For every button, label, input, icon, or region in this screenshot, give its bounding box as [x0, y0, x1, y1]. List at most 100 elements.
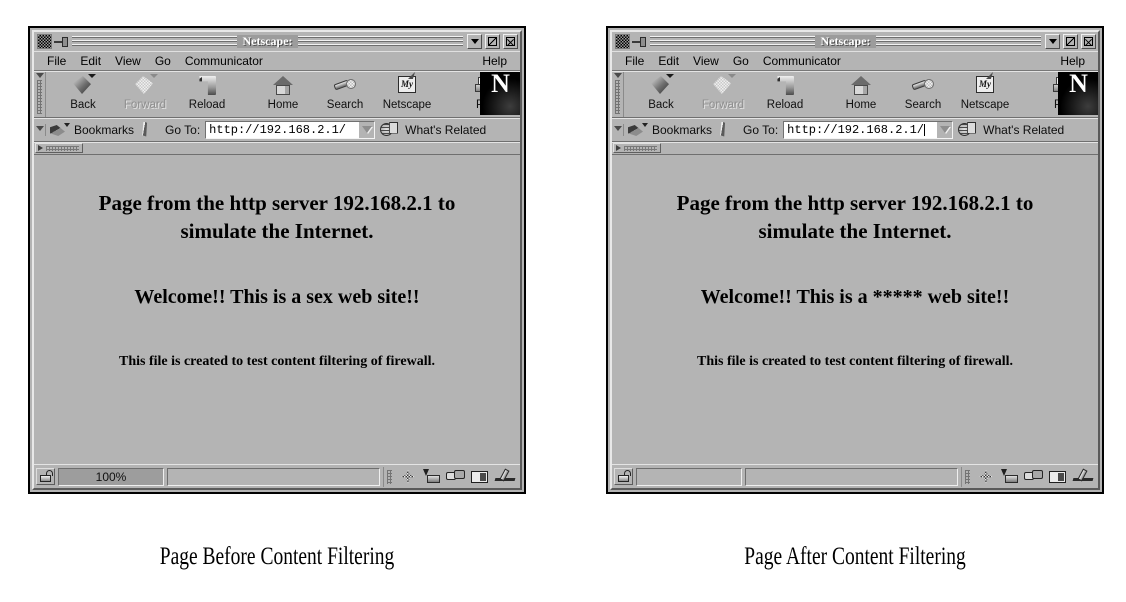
close-icon[interactable] — [1081, 34, 1096, 49]
back-arrow-icon — [69, 74, 97, 98]
menu-item-file[interactable]: File — [40, 54, 73, 68]
composer-icon[interactable] — [1072, 469, 1096, 485]
browser-window-after: Netscape: File Edit View Go Communicator… — [606, 26, 1104, 494]
maximize-icon[interactable] — [1063, 34, 1078, 49]
home-button[interactable]: Home — [252, 71, 314, 111]
reload-icon — [193, 74, 221, 98]
page-content-after: Page from the http server 192.168.2.1 to… — [612, 155, 1098, 464]
my-netscape-icon: My — [971, 74, 999, 98]
reload-button[interactable]: Reload — [176, 71, 238, 111]
netscape-logo[interactable]: N — [480, 71, 520, 115]
search-button[interactable]: Search — [314, 71, 376, 111]
security-lock-icon[interactable] — [36, 468, 55, 485]
minimize-icon[interactable] — [467, 34, 482, 49]
search-flashlight-icon — [331, 74, 359, 98]
url-input[interactable]: http://192.168.2.1/ — [783, 120, 954, 139]
personal-toolbar-handle[interactable] — [35, 143, 83, 153]
home-icon — [847, 74, 875, 98]
bookmarks-label[interactable]: Bookmarks — [74, 123, 134, 137]
bookmarks-icon[interactable] — [50, 122, 70, 137]
search-flashlight-icon — [909, 74, 937, 98]
url-dropdown-arrow[interactable] — [359, 121, 375, 138]
minimize-icon[interactable] — [1045, 34, 1060, 49]
page-heading: Page from the http server 192.168.2.1 to… — [98, 191, 456, 243]
browser-window-before: Netscape: File Edit View Go Communicator… — [28, 26, 526, 494]
bookmarks-icon[interactable] — [628, 122, 648, 137]
whats-related-icon[interactable] — [958, 122, 978, 138]
component-bar-grip[interactable] — [387, 469, 392, 484]
netscape-button[interactable]: My Netscape — [376, 71, 438, 111]
menu-item-help[interactable]: Help — [1053, 54, 1092, 68]
mailbox-icon[interactable] — [422, 468, 442, 485]
progress-indicator — [636, 467, 742, 486]
discussions-icon[interactable] — [446, 469, 466, 485]
url-dropdown-arrow[interactable] — [937, 121, 953, 138]
window-controls — [467, 34, 518, 49]
toolbar-grip[interactable] — [612, 71, 624, 117]
location-toolbar-grip[interactable] — [612, 123, 624, 136]
my-netscape-icon: My — [393, 74, 421, 98]
netscape-logo-letter: N — [1069, 71, 1088, 98]
navigator-icon[interactable] — [398, 469, 418, 485]
quickfile-icon[interactable] — [717, 122, 730, 138]
url-input-text: http://192.168.2.1/ — [787, 122, 924, 137]
security-lock-icon[interactable] — [614, 468, 633, 485]
back-arrow-icon — [647, 74, 675, 98]
home-button[interactable]: Home — [830, 71, 892, 111]
composer-icon[interactable] — [494, 469, 518, 485]
netscape-button[interactable]: My Netscape — [954, 71, 1016, 111]
personal-toolbar-handle[interactable] — [613, 143, 661, 153]
pushpin-icon[interactable] — [54, 35, 70, 49]
url-input[interactable]: http://192.168.2.1/ — [205, 120, 376, 139]
component-bar — [383, 466, 518, 487]
back-button[interactable]: Back — [52, 71, 114, 111]
menu-item-communicator[interactable]: Communicator — [178, 54, 270, 68]
status-bar: 100% — [34, 464, 520, 488]
caption-before: Page Before Content Filtering — [159, 543, 395, 570]
address-book-icon[interactable] — [470, 469, 490, 485]
menu-item-go[interactable]: Go — [148, 54, 178, 68]
bookmarks-label[interactable]: Bookmarks — [652, 123, 712, 137]
whats-related-label[interactable]: What's Related — [405, 123, 486, 137]
whats-related-icon[interactable] — [380, 122, 400, 138]
toolbar-buttons: Back Forward Reload Home Search My Netsc… — [46, 71, 520, 117]
page-note-text: This file is created to test content fil… — [119, 354, 435, 369]
menu-item-edit[interactable]: Edit — [73, 54, 108, 68]
search-button[interactable]: Search — [892, 71, 954, 111]
menu-item-help[interactable]: Help — [475, 54, 514, 68]
reload-button[interactable]: Reload — [754, 71, 816, 111]
forward-button[interactable]: Forward — [692, 71, 754, 111]
navigator-icon[interactable] — [976, 469, 996, 485]
title-bar[interactable]: Netscape: — [34, 32, 520, 51]
maximize-icon[interactable] — [485, 34, 500, 49]
mailbox-icon[interactable] — [1000, 468, 1020, 485]
close-icon[interactable] — [503, 34, 518, 49]
home-button-label: Home — [267, 99, 299, 111]
page-welcome-text: Welcome!! This is a ***** web site!! — [700, 286, 1010, 308]
address-book-icon[interactable] — [1048, 469, 1068, 485]
quickfile-icon[interactable] — [139, 122, 152, 138]
pushpin-icon[interactable] — [632, 35, 648, 49]
url-input-fill — [349, 121, 360, 138]
text-cursor-icon — [924, 123, 925, 136]
whats-related-label[interactable]: What's Related — [983, 123, 1064, 137]
netscape-logo[interactable]: N — [1058, 71, 1098, 115]
title-rails: Netscape: — [72, 35, 463, 48]
back-button[interactable]: Back — [630, 71, 692, 111]
component-bar-grip[interactable] — [965, 469, 970, 484]
netscape-button-label: Netscape — [382, 99, 432, 111]
location-toolbar-grip[interactable] — [34, 123, 46, 136]
menu-item-edit[interactable]: Edit — [651, 54, 686, 68]
menu-item-go[interactable]: Go — [726, 54, 756, 68]
menu-item-communicator[interactable]: Communicator — [756, 54, 848, 68]
menu-bar: File Edit View Go Communicator Help — [612, 51, 1098, 71]
discussions-icon[interactable] — [1024, 469, 1044, 485]
toolbar-grip[interactable] — [34, 71, 46, 117]
menu-item-view[interactable]: View — [686, 54, 726, 68]
menu-item-file[interactable]: File — [618, 54, 651, 68]
goto-label: Go To: — [165, 122, 201, 137]
title-bar[interactable]: Netscape: — [612, 32, 1098, 51]
forward-button[interactable]: Forward — [114, 71, 176, 111]
menu-item-view[interactable]: View — [108, 54, 148, 68]
window-controls — [1045, 34, 1096, 49]
